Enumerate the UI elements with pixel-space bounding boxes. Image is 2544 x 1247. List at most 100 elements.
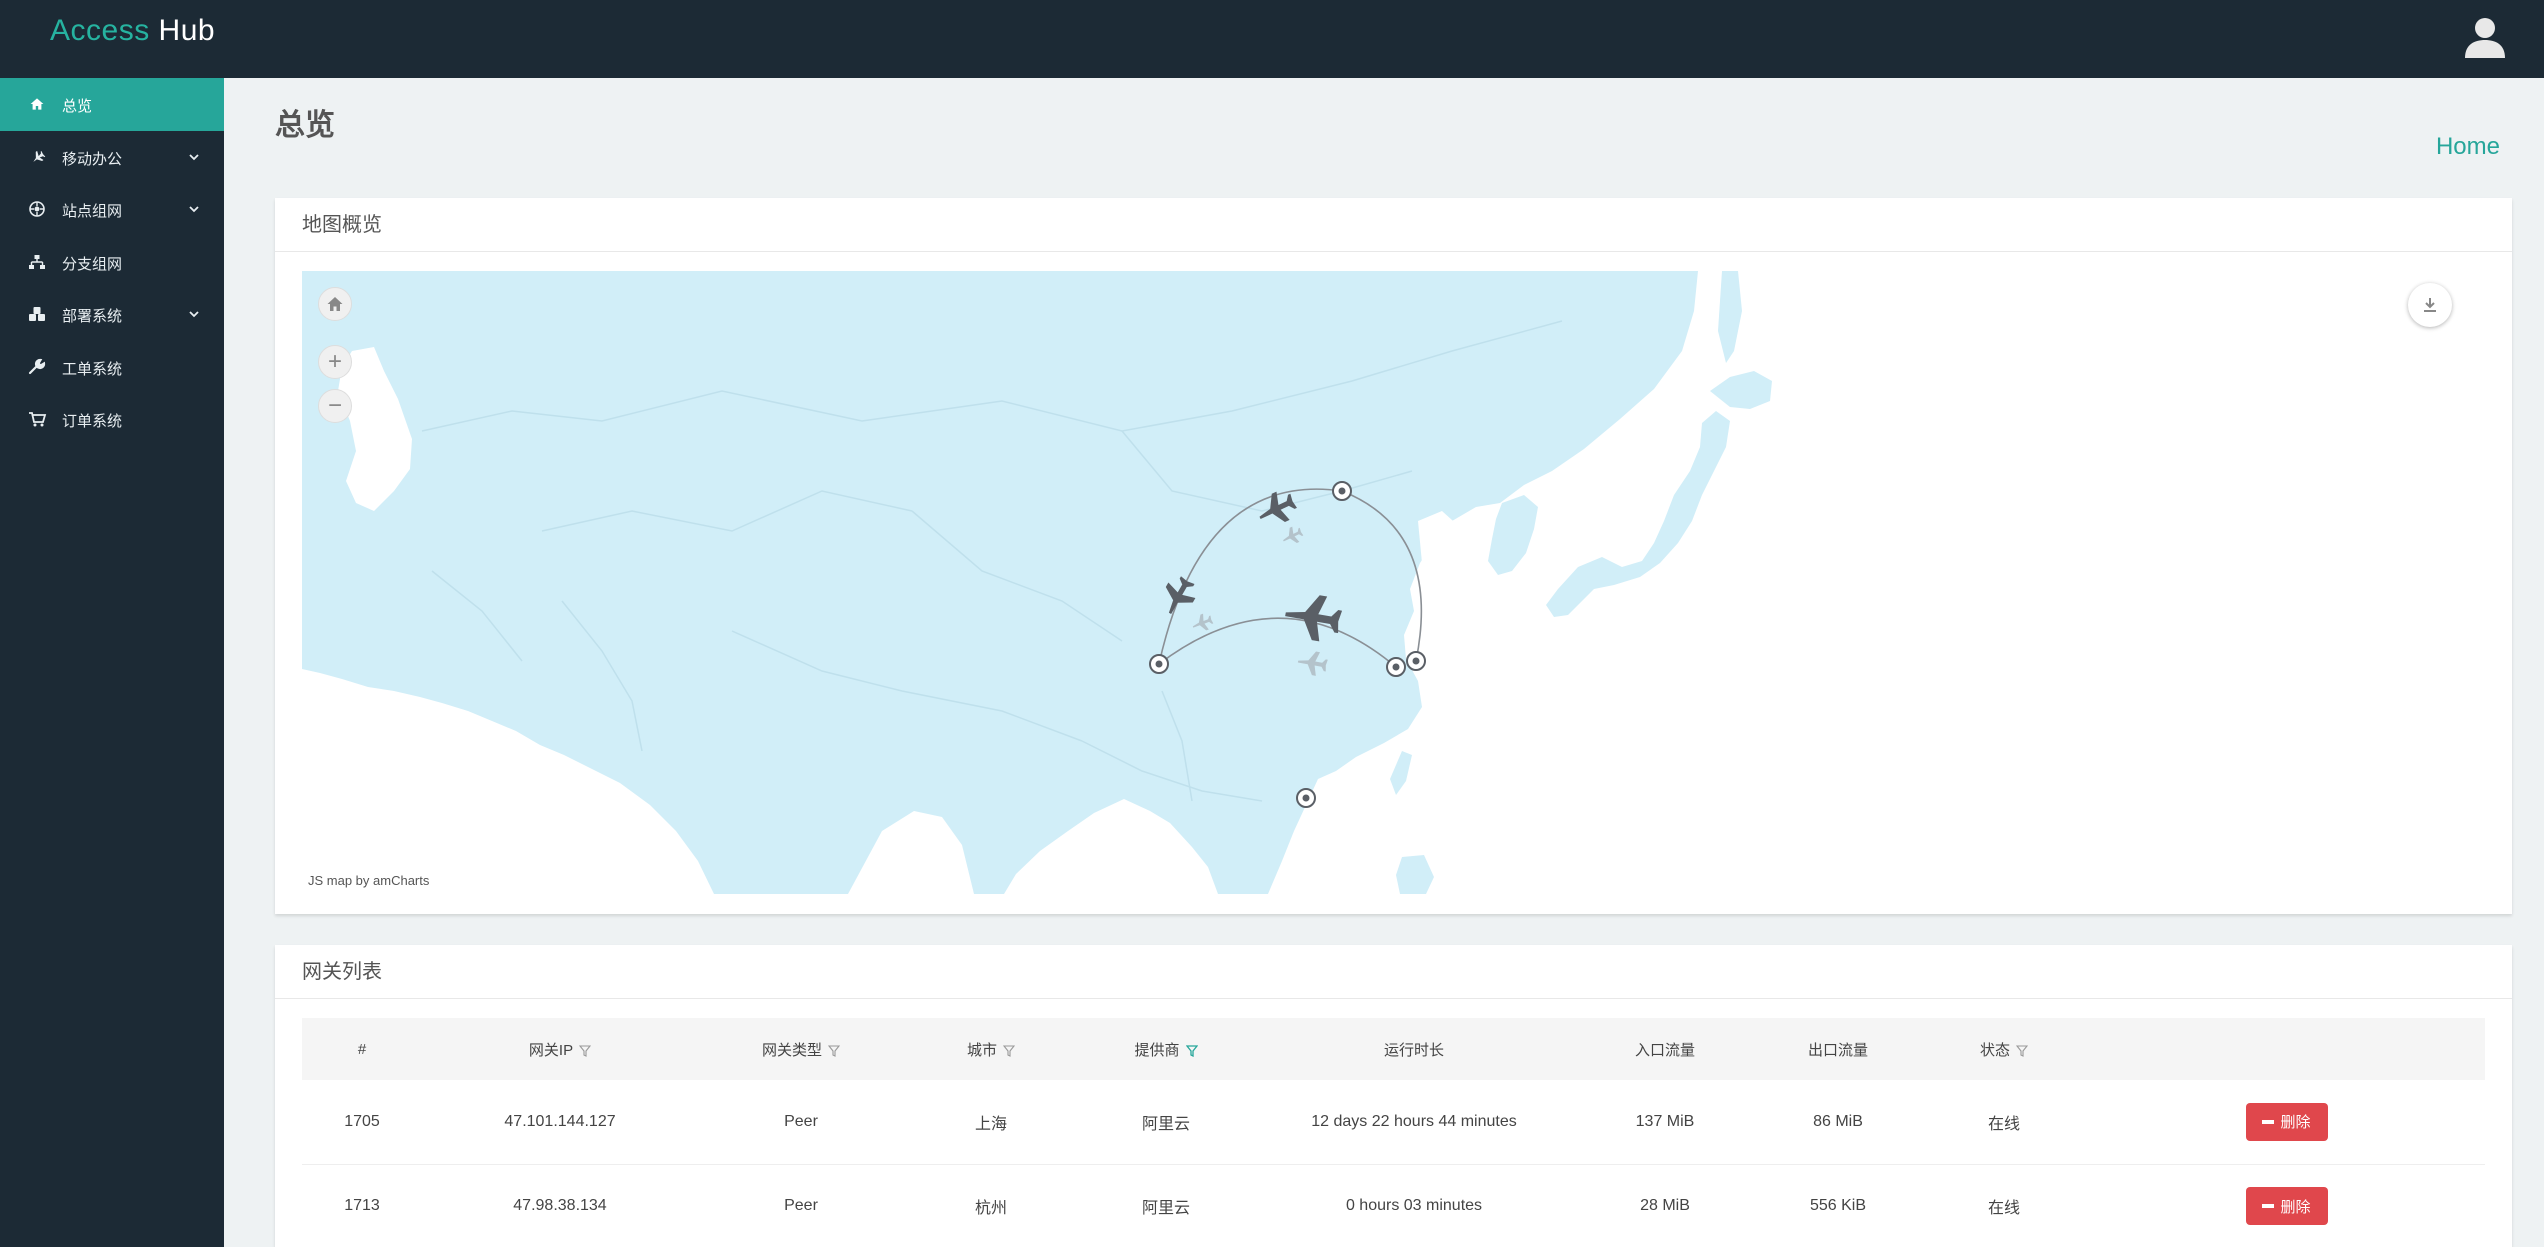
sidebar-item-label: 分支组网: [62, 255, 123, 273]
gateway-list-card: 网关列表 # 网关IP 网关类型 城市 提供商 运行时长 入口流量 出口流量 状…: [275, 945, 2512, 1247]
column-header-egress: 出口流量: [1756, 1018, 1920, 1080]
arabian-sea: [502, 785, 662, 894]
column-header-gateway-ip[interactable]: 网关IP: [422, 1018, 698, 1080]
sidebar-item-ticket-system[interactable]: 工单系统: [0, 341, 224, 394]
cell-egress: 86 MiB: [1756, 1080, 1920, 1165]
table-row: 1713 47.98.38.134 Peer 杭州 阿里云 0 hours 03…: [302, 1164, 2485, 1247]
map-home-button[interactable]: [318, 287, 352, 321]
app-logo[interactable]: Access Hub: [50, 14, 215, 48]
logo-hub: Hub: [149, 14, 216, 47]
sidebar-item-label: 工单系统: [62, 360, 123, 378]
city-marker[interactable]: [1332, 481, 1352, 501]
top-bar: Access Hub: [0, 0, 2544, 78]
map-card-title: 地图概览: [275, 198, 2512, 252]
cell-city: 杭州: [904, 1164, 1078, 1247]
sidebar-item-branch-network[interactable]: 分支组网: [0, 236, 224, 289]
sidebar-item-label: 总览: [62, 98, 93, 115]
sidebar-item-label: 移动办公: [62, 150, 123, 168]
column-header-actions: [2088, 1018, 2485, 1080]
filter-icon[interactable]: [828, 1044, 840, 1057]
cubes-icon: [29, 307, 45, 321]
map-zoom-out-button[interactable]: −: [318, 389, 352, 423]
sidebar: 总览 移动办公 站点组网 分支组网 部署系统 工单系统 订单系统: [0, 78, 224, 1247]
land-korea: [1488, 495, 1538, 575]
land-philippines: [1396, 855, 1434, 894]
filter-icon[interactable]: [1003, 1044, 1015, 1057]
sidebar-item-label: 站点组网: [62, 203, 123, 220]
minus-icon: [2262, 1204, 2275, 1208]
sidebar-item-overview[interactable]: 总览: [0, 78, 224, 131]
column-header-status[interactable]: 状态: [1920, 1018, 2088, 1080]
sidebar-item-site-network[interactable]: 站点组网: [0, 183, 224, 236]
sidebar-item-label: 部署系统: [62, 308, 123, 325]
cell-status: 在线: [1920, 1164, 2088, 1247]
cell-ingress: 137 MiB: [1574, 1080, 1756, 1165]
sidebar-item-deploy-system[interactable]: 部署系统: [0, 288, 224, 341]
cell-city: 上海: [904, 1080, 1078, 1165]
cell-ingress: 28 MiB: [1574, 1164, 1756, 1247]
home-icon: [30, 98, 44, 110]
page-title: 总览: [275, 109, 335, 142]
chevron-down-icon: [189, 153, 199, 160]
delete-button[interactable]: 删除: [2245, 1187, 2328, 1225]
home-icon: [327, 297, 343, 311]
land-hokkaido: [1710, 371, 1772, 409]
network-icon: [29, 201, 45, 217]
wrench-icon: [28, 358, 46, 374]
column-header-city[interactable]: 城市: [904, 1018, 1078, 1080]
gateway-card-title: 网关列表: [275, 945, 2512, 999]
chevron-down-icon: [189, 206, 199, 213]
cell-status: 在线: [1920, 1080, 2088, 1165]
column-header-provider[interactable]: 提供商: [1078, 1018, 1254, 1080]
cart-icon: [29, 412, 47, 427]
map-overview-card: 地图概览 + − JS map by amCharts: [275, 198, 2512, 914]
map-credit[interactable]: JS map by amCharts: [308, 873, 429, 888]
cell-actions: 删除: [2088, 1080, 2485, 1165]
land-sakhalin: [1718, 271, 1742, 363]
column-header-gateway-type[interactable]: 网关类型: [698, 1018, 904, 1080]
map-area[interactable]: + − JS map by amCharts: [302, 271, 2485, 894]
sidebar-item-mobile-office[interactable]: 移动办公: [0, 131, 224, 184]
cell-gateway-ip: 47.98.38.134: [422, 1164, 698, 1247]
cell-gateway-type: Peer: [698, 1080, 904, 1165]
map-export-button[interactable]: [2408, 283, 2452, 327]
user-avatar-icon[interactable]: [2462, 14, 2508, 60]
land-asia: [302, 271, 1698, 894]
cell-provider: 阿里云: [1078, 1080, 1254, 1165]
column-header-uptime: 运行时长: [1254, 1018, 1574, 1080]
cell-gateway-type: Peer: [698, 1164, 904, 1247]
table-header-row: # 网关IP 网关类型 城市 提供商 运行时长 入口流量 出口流量 状态: [302, 1018, 2485, 1080]
filter-icon[interactable]: [2016, 1044, 2028, 1057]
yellow-sea: [1418, 511, 1484, 593]
delete-button[interactable]: 删除: [2245, 1102, 2328, 1141]
cell-egress: 556 KiB: [1756, 1164, 1920, 1247]
sidebar-item-label: 订单系统: [62, 413, 123, 430]
minus-icon: [2262, 1119, 2275, 1124]
sidebar-item-order-system[interactable]: 订单系统: [0, 393, 224, 446]
cell-id: 1705: [302, 1080, 422, 1165]
land-taiwan: [1390, 751, 1412, 795]
gateway-table: # 网关IP 网关类型 城市 提供商 运行时长 入口流量 出口流量 状态 170…: [302, 1018, 2485, 1247]
world-map[interactable]: [302, 271, 2485, 894]
cell-provider: 阿里云: [1078, 1164, 1254, 1247]
cell-uptime: 0 hours 03 minutes: [1254, 1164, 1574, 1247]
city-marker[interactable]: [1406, 651, 1426, 671]
download-icon: [2424, 298, 2436, 312]
city-marker[interactable]: [1386, 657, 1406, 677]
logo-access: Access: [50, 14, 150, 47]
column-header-ingress: 入口流量: [1574, 1018, 1756, 1080]
cell-id: 1713: [302, 1164, 422, 1247]
plane-icon: [33, 150, 46, 162]
city-marker[interactable]: [1296, 788, 1316, 808]
map-zoom-in-button[interactable]: +: [318, 345, 352, 379]
cell-actions: 删除: [2088, 1164, 2485, 1247]
table-row: 1705 47.101.144.127 Peer 上海 阿里云 12 days …: [302, 1080, 2485, 1165]
cell-gateway-ip: 47.101.144.127: [422, 1080, 698, 1165]
chevron-down-icon: [189, 311, 199, 318]
breadcrumb-home-link[interactable]: Home: [2436, 133, 2500, 161]
filter-active-icon[interactable]: [1185, 1044, 1198, 1057]
filter-icon[interactable]: [579, 1044, 592, 1057]
city-marker[interactable]: [1149, 654, 1169, 674]
persian-gulf: [330, 691, 412, 765]
cell-uptime: 12 days 22 hours 44 minutes: [1254, 1080, 1574, 1165]
